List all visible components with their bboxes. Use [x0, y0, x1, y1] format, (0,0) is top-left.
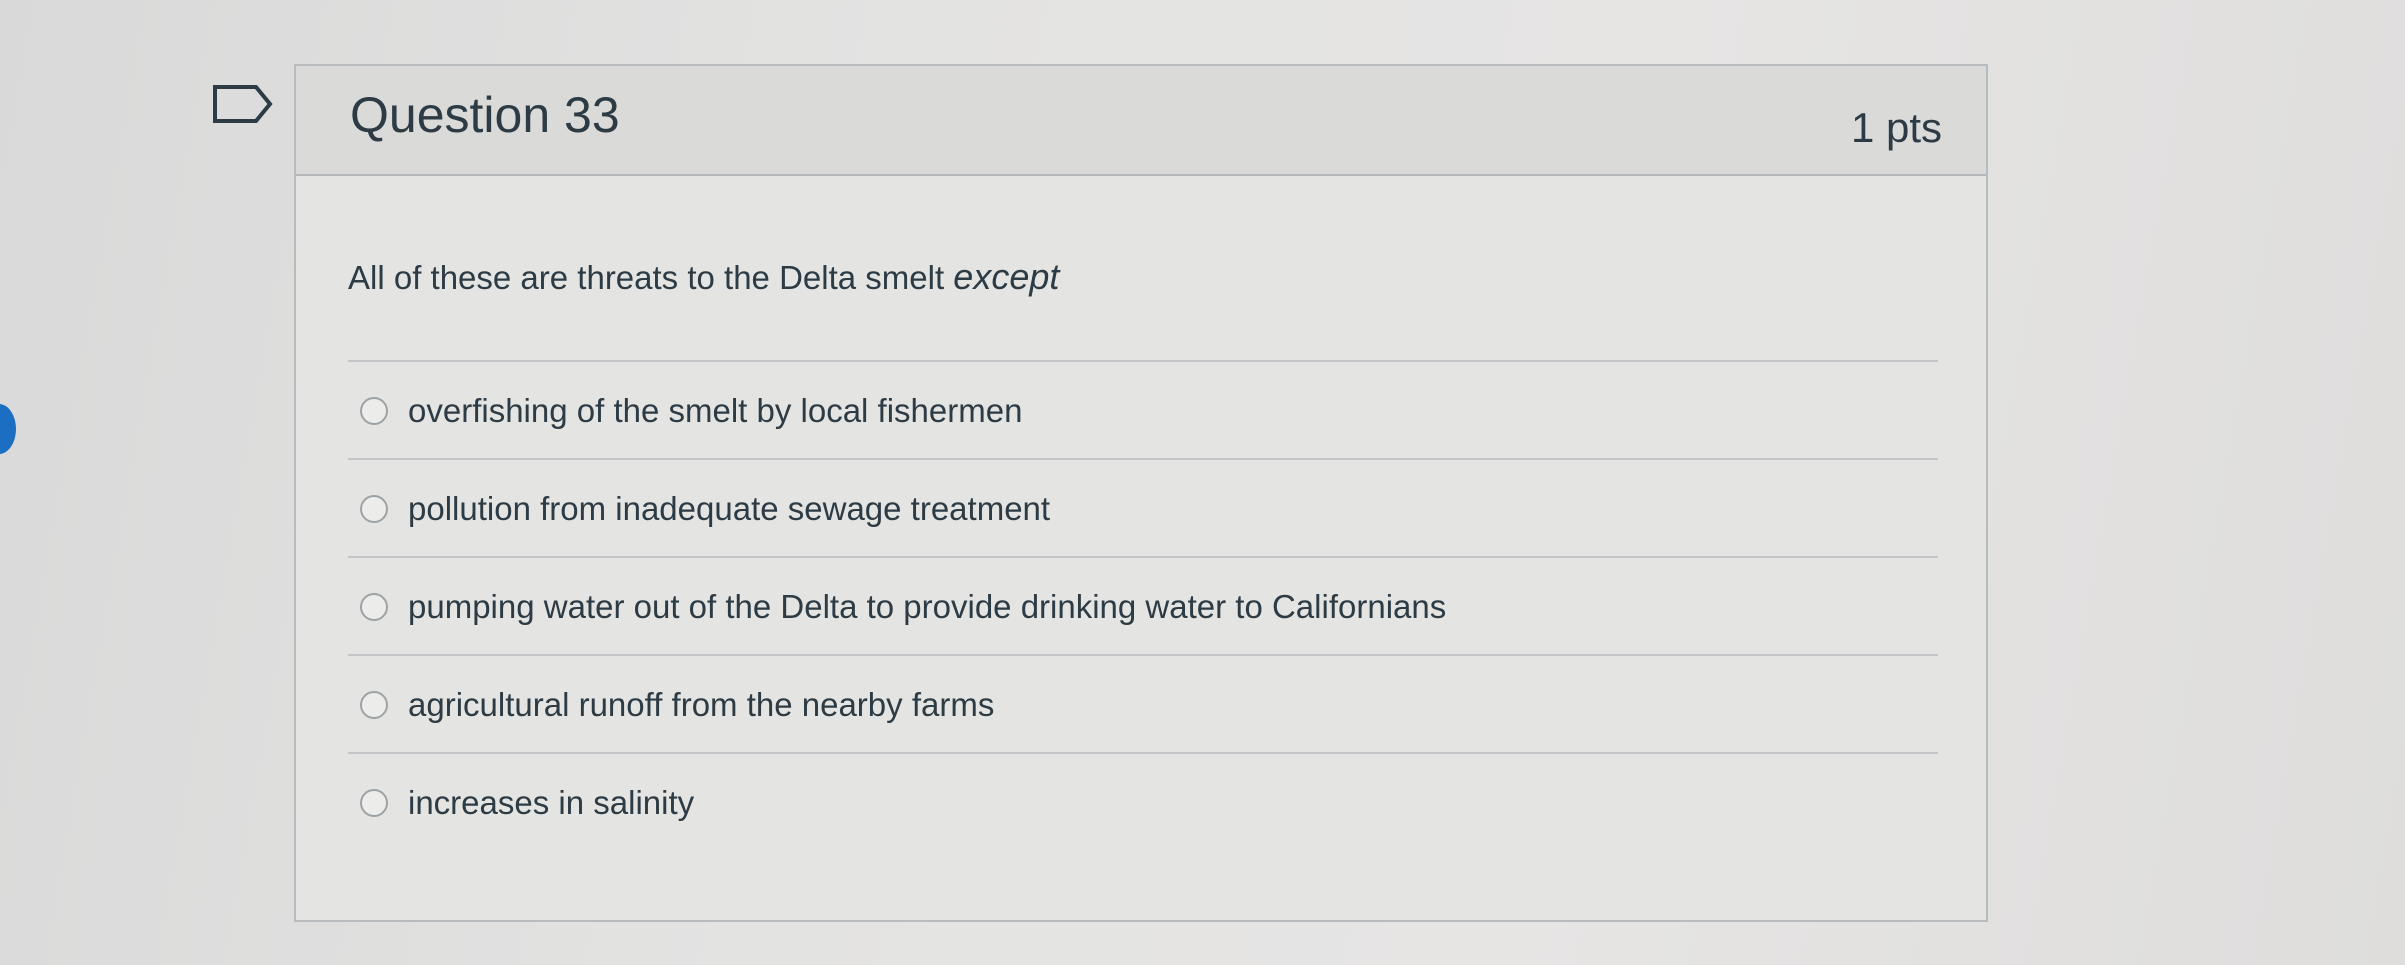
question-points: 1 pts	[1850, 104, 1942, 151]
answer-label[interactable]: increases in salinity	[408, 784, 694, 822]
radio-unchecked-icon[interactable]	[360, 397, 388, 425]
answer-label[interactable]: agricultural runoff from the nearby farm…	[408, 686, 994, 724]
answer-option-3[interactable]: pumping water out of the Delta to provid…	[348, 558, 1938, 656]
answer-option-1[interactable]: overfishing of the smelt by local fisher…	[348, 362, 1938, 460]
answer-label[interactable]: overfishing of the smelt by local fisher…	[408, 392, 1022, 430]
answer-option-5[interactable]: increases in salinity	[348, 754, 1938, 852]
question-card: Question 33 1 pts All of these are threa…	[294, 64, 1988, 922]
question-body: All of these are threats to the Delta sm…	[296, 176, 1986, 916]
question-header: Question 33 1 pts	[296, 66, 1986, 176]
radio-unchecked-icon[interactable]	[360, 495, 388, 523]
answer-label[interactable]: pollution from inadequate sewage treatme…	[408, 490, 1050, 528]
radio-unchecked-icon[interactable]	[360, 593, 388, 621]
question-prompt: All of these are threats to the Delta sm…	[348, 256, 1059, 298]
question-prompt-emphasis: except	[953, 256, 1060, 297]
radio-unchecked-icon[interactable]	[360, 691, 388, 719]
answer-option-4[interactable]: agricultural runoff from the nearby farm…	[348, 656, 1938, 754]
flag-question-icon[interactable]	[212, 84, 274, 124]
edge-indicator-dot	[0, 404, 16, 454]
answer-option-2[interactable]: pollution from inadequate sewage treatme…	[348, 460, 1938, 558]
question-title: Question 33	[350, 87, 620, 143]
radio-unchecked-icon[interactable]	[360, 789, 388, 817]
answer-label[interactable]: pumping water out of the Delta to provid…	[408, 588, 1446, 626]
answer-list: overfishing of the smelt by local fisher…	[348, 360, 1938, 852]
question-prompt-text: All of these are threats to the Delta sm…	[348, 259, 954, 296]
